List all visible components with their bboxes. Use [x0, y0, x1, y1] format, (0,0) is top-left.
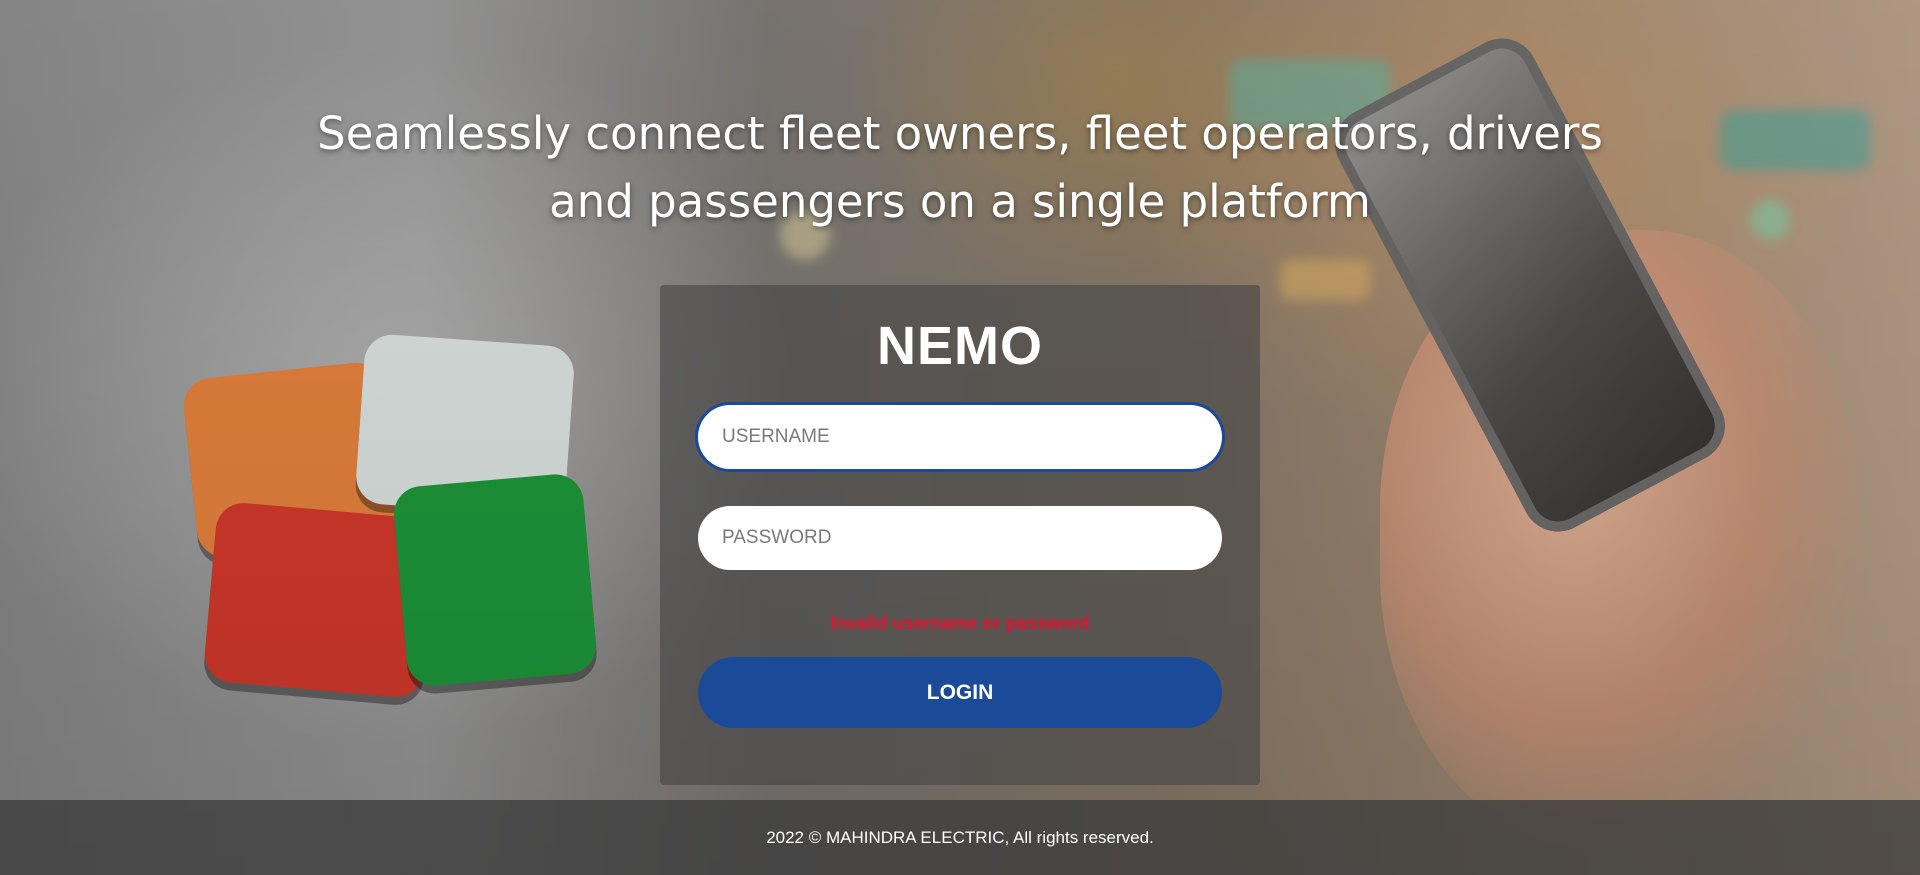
footer: 2022 © MAHINDRA ELECTRIC, All rights res… — [0, 800, 1920, 875]
password-input[interactable] — [698, 506, 1222, 570]
login-card: NEMO Invalid username or password LOGIN — [660, 285, 1260, 785]
hero-tagline: Seamlessly connect fleet owners, fleet o… — [317, 107, 1603, 228]
login-button[interactable]: LOGIN — [698, 657, 1222, 728]
login-error-message: Invalid username or password — [830, 613, 1090, 633]
username-input[interactable] — [698, 405, 1222, 469]
brand-logo: NEMO — [877, 316, 1043, 376]
footer-copyright: 2022 © MAHINDRA ELECTRIC, All rights res… — [766, 827, 1154, 847]
